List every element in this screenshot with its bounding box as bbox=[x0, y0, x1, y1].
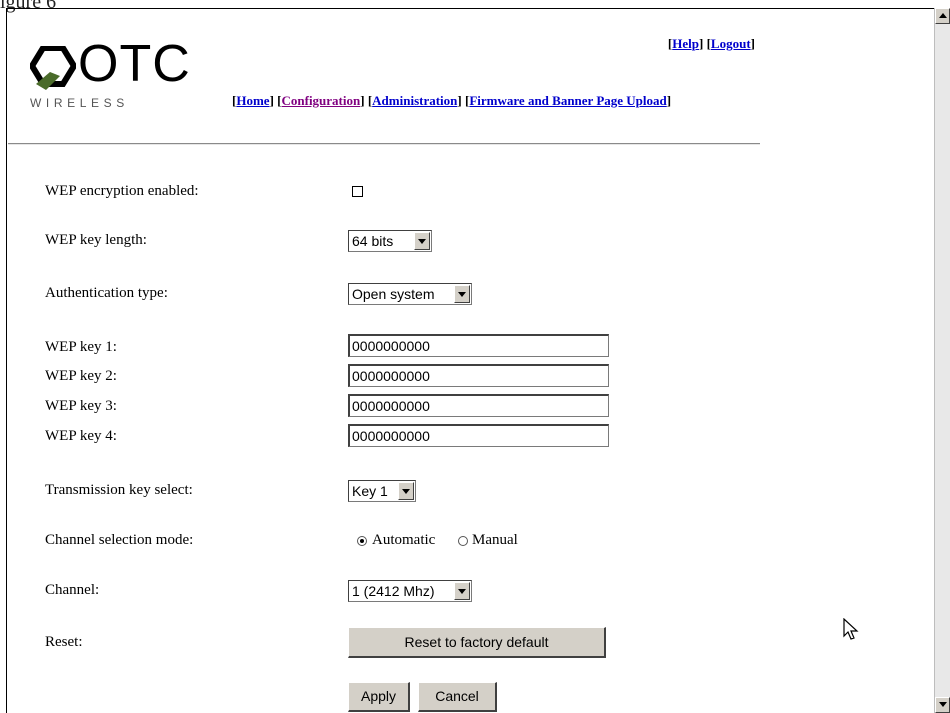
channel-mode-manual-radio[interactable] bbox=[458, 536, 468, 546]
wep-key-4-input[interactable]: 0000000000 bbox=[348, 424, 609, 447]
wep-key-4-label: WEP key 4: bbox=[45, 428, 117, 444]
channel-mode-manual-label: Manual bbox=[472, 532, 518, 548]
wep-enabled-checkbox[interactable] bbox=[352, 186, 363, 197]
logo-text: OTC bbox=[78, 35, 191, 93]
auth-type-label: Authentication type: bbox=[45, 285, 168, 301]
channel-mode-label: Channel selection mode: bbox=[45, 532, 194, 548]
otc-wireless-logo: OTC WIRELESS bbox=[30, 35, 190, 110]
tx-key-select[interactable]: Key 1 bbox=[348, 480, 416, 502]
top-links: [Help] [Logout] bbox=[667, 36, 755, 51]
auth-type-value: Open system bbox=[352, 286, 435, 302]
channel-value: 1 (2412 Mhz) bbox=[352, 583, 435, 599]
channel-select[interactable]: 1 (2412 Mhz) bbox=[348, 580, 472, 602]
auth-type-select[interactable]: Open system bbox=[348, 283, 472, 305]
dropdown-arrow-icon bbox=[398, 482, 414, 500]
channel-mode-automatic-label: Automatic bbox=[372, 532, 436, 548]
wep-key-1-input[interactable]: 0000000000 bbox=[348, 334, 609, 357]
figure-caption: igure 6 bbox=[0, 0, 57, 13]
wep-key-2-label: WEP key 2: bbox=[45, 368, 117, 384]
mouse-cursor-icon bbox=[843, 618, 859, 640]
help-link[interactable]: Help bbox=[672, 36, 699, 51]
wep-key-3-input[interactable]: 0000000000 bbox=[348, 394, 609, 417]
frame-border-left bbox=[6, 8, 7, 713]
channel-label: Channel: bbox=[45, 582, 100, 598]
wep-key-length-label: WEP key length: bbox=[45, 232, 147, 248]
arrow-down-icon bbox=[939, 702, 947, 707]
reset-label: Reset: bbox=[45, 634, 83, 650]
logout-link[interactable]: Logout bbox=[711, 36, 751, 51]
nav-firmware-link[interactable]: Firmware and Banner Page Upload bbox=[469, 93, 666, 108]
scroll-down-button[interactable] bbox=[935, 697, 950, 713]
nav-configuration-link[interactable]: Configuration bbox=[282, 93, 361, 108]
tx-key-label: Transmission key select: bbox=[45, 482, 193, 498]
apply-button[interactable]: Apply bbox=[348, 682, 410, 712]
nav-administration-link[interactable]: Administration bbox=[372, 93, 457, 108]
dropdown-arrow-icon bbox=[454, 285, 470, 303]
logo-mark-icon bbox=[30, 46, 76, 90]
scroll-up-button[interactable] bbox=[935, 8, 950, 24]
vertical-scrollbar[interactable] bbox=[934, 8, 950, 713]
nav-home-link[interactable]: Home bbox=[236, 93, 269, 108]
logo-subtext: WIRELESS bbox=[30, 96, 129, 110]
tx-key-value: Key 1 bbox=[352, 483, 388, 499]
wep-key-1-label: WEP key 1: bbox=[45, 339, 117, 355]
dropdown-arrow-icon bbox=[454, 582, 470, 600]
wep-key-2-input[interactable]: 0000000000 bbox=[348, 364, 609, 387]
wep-key-3-label: WEP key 3: bbox=[45, 398, 117, 414]
arrow-up-icon bbox=[939, 13, 947, 18]
main-nav: [Home] [Configuration] [Administration] … bbox=[232, 93, 672, 108]
cancel-button[interactable]: Cancel bbox=[418, 682, 497, 712]
header-divider bbox=[8, 143, 760, 145]
wep-key-length-select[interactable]: 64 bits bbox=[348, 230, 432, 252]
wep-enabled-label: WEP encryption enabled: bbox=[45, 183, 199, 199]
frame-border-top bbox=[6, 8, 935, 9]
channel-mode-automatic-radio[interactable] bbox=[357, 536, 367, 546]
wep-key-length-value: 64 bits bbox=[352, 233, 394, 249]
reset-to-factory-default-button[interactable]: Reset to factory default bbox=[348, 627, 606, 658]
dropdown-arrow-icon bbox=[414, 232, 430, 250]
